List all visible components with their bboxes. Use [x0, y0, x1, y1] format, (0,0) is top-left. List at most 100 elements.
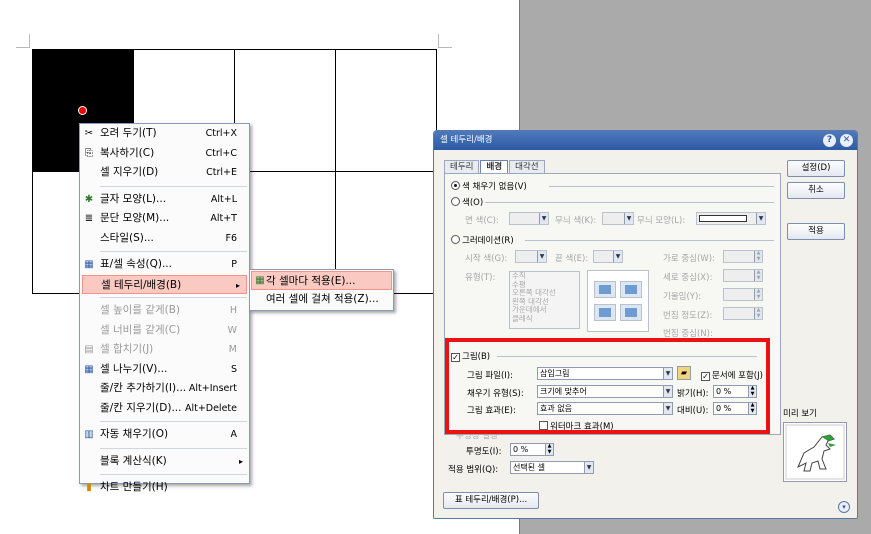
dialog-titlebar: 셀 테두리/배경 ? ✕ — [434, 131, 857, 150]
table-cell[interactable] — [335, 49, 437, 172]
char-shape-icon: ✱ — [84, 193, 94, 205]
type-label: 유형(T): — [465, 273, 496, 283]
menu-separator — [100, 185, 247, 187]
menu-item-apply-across-cells[interactable]: 여러 셀에 걸쳐 적용(Z)... — [250, 290, 393, 309]
menu-item-table-props[interactable]: ▦ 표/셀 속성(Q)... P — [80, 255, 249, 275]
spin-arrows-icon[interactable]: ▲ ▼ — [545, 443, 553, 455]
close-icon[interactable]: ✕ — [840, 134, 853, 147]
no-fill-radio[interactable]: 색 채우기 없음(V) — [451, 180, 527, 192]
spin-arrows-icon: ▲ ▼ — [754, 288, 762, 300]
autofill-icon: ▥ — [84, 429, 94, 440]
pattern-swatch — [699, 215, 747, 222]
divider — [485, 202, 774, 203]
ok-button[interactable]: 설정(D) — [787, 160, 845, 177]
radio-button[interactable] — [451, 181, 460, 190]
v-center-label: 세로 중심(X): — [663, 273, 713, 283]
cell-border-bg-dialog: 셀 테두리/배경 ? ✕ 테두리 배경 대각선 색 채우기 없음(V) 색(O)… — [433, 130, 858, 519]
menu-item-equal-height: 셀 높이를 같게(B) H — [100, 304, 237, 316]
menu-item-cut[interactable]: ✂ 오려 두기(T) Ctrl+X — [80, 124, 249, 144]
preview-box — [783, 422, 847, 482]
menu-separator — [100, 251, 247, 252]
dialog-title: 셀 테두리/배경 — [440, 135, 493, 145]
start-color-combo: ▼ — [515, 250, 547, 263]
menu-item-autofill[interactable]: ▥ 자동 채우기(O) A — [80, 425, 249, 445]
menu-separator — [100, 474, 247, 475]
divider — [549, 186, 774, 187]
menu-item-copy[interactable]: ⎘ 복사하기(C) Ctrl+C — [80, 144, 249, 164]
tilt-spin: ▲ ▼ — [723, 288, 763, 301]
pattern-color-label: 무늬 색(K): — [555, 216, 597, 226]
v-center-spin: ▲ ▼ — [723, 269, 763, 282]
gradation-swatch — [594, 281, 616, 298]
spin-arrows-icon: ▲ ▼ — [754, 307, 762, 319]
apply-range-combo[interactable]: 선택된 셀 ▼ — [510, 461, 594, 474]
color-radio[interactable]: 색(O) — [451, 196, 483, 208]
blur-spin: ▲ ▼ — [723, 307, 763, 320]
highlight-annotation-box — [445, 338, 770, 434]
table-props-icon: ▦ — [84, 259, 94, 270]
menu-separator — [100, 421, 247, 422]
table-border-bg-button[interactable]: 표 테두리/배경(P)... — [443, 492, 539, 509]
face-color-label: 면 색(C): — [465, 216, 499, 226]
tab-diagonal[interactable]: 대각선 — [509, 160, 545, 174]
menu-item-merge-cells: ▤ 셀 합치기(J) M — [84, 343, 237, 355]
menu-item-cell-border-bg[interactable]: 셀 테두리/배경(B) ▸ — [82, 274, 247, 294]
menu-item-add-row-col[interactable]: 줄/칸 추가하기(I)... Alt+Insert — [80, 379, 249, 399]
menu-item-block-formula[interactable]: 블록 계산식(K) ▸ — [80, 452, 249, 472]
tilt-label: 기울임(Y): — [663, 292, 702, 302]
radio-button[interactable] — [451, 197, 460, 206]
dropdown-arrow-icon: ▼ — [624, 213, 633, 224]
pattern-shape-label: 무늬 모양(L): — [637, 216, 686, 226]
help-icon[interactable]: ? — [823, 134, 836, 147]
gradation-swatch — [620, 281, 642, 298]
transparency-label: 투명도(I): — [466, 447, 502, 457]
apply-button[interactable]: 적용 — [787, 223, 845, 240]
context-menu: ✂ 오려 두기(T) Ctrl+X ⎘ 복사하기(C) Ctrl+C 셀 지우기(D) C… — [79, 123, 250, 493]
chart-icon: ▮ — [86, 482, 92, 493]
blur-label: 번짐 정도(Z): — [663, 311, 713, 321]
menu-item-char-shape[interactable]: ✱ 글자 모양(L)... Alt+L — [80, 190, 249, 210]
gradation-preview-grid — [587, 270, 649, 332]
dialog-tabs: 테두리 배경 대각선 — [444, 160, 546, 175]
list-item: 클레식 — [512, 313, 533, 323]
spin-arrows-icon: ▲ ▼ — [754, 250, 762, 262]
crop-mark — [438, 34, 452, 48]
menu-separator — [100, 297, 247, 298]
preview-label: 미리 보기 — [783, 409, 817, 419]
pattern-shape-combo: ▼ — [696, 212, 766, 225]
menu-separator — [100, 447, 247, 449]
gradation-radio[interactable]: 그러데이션(R) — [451, 234, 514, 246]
submenu-arrow-icon: ▸ — [238, 456, 243, 466]
cancel-button[interactable]: 취소 — [787, 182, 845, 199]
menu-item-make-chart[interactable]: ▮ 차트 만들기(H) — [80, 478, 249, 498]
end-color-combo: ▼ — [593, 250, 623, 263]
menu-item-style[interactable]: 스타일(S)... F6 — [80, 229, 249, 249]
gradation-swatch — [620, 304, 642, 321]
transparency-spin[interactable]: 0 % ▲ ▼ — [510, 443, 554, 456]
menu-item-delete-row-col[interactable]: 줄/칸 지우기(D)... Alt+Delete — [80, 399, 249, 419]
menu-item-clear-cell[interactable]: 셀 지우기(D) Ctrl+E — [80, 163, 249, 183]
menu-item-paragraph-shape[interactable]: ≣ 문단 모양(M)... Alt+T — [80, 209, 249, 229]
copy-icon: ⎘ — [85, 147, 93, 159]
paragraph-icon: ≣ — [84, 213, 94, 224]
expand-chevron-icon[interactable]: ▾ — [838, 501, 850, 513]
gradation-swatch — [594, 304, 616, 321]
h-center-label: 가로 중심(W): — [663, 254, 715, 264]
face-color-combo: ▼ — [509, 212, 549, 225]
radio-button[interactable] — [451, 235, 460, 244]
scissors-icon: ✂ — [84, 128, 94, 139]
merge-cells-icon: ▤ — [84, 344, 94, 355]
menu-item-split-cells[interactable]: ▦ 셀 나누기(V)... S — [80, 360, 249, 380]
h-center-spin: ▲ ▼ — [723, 250, 763, 263]
dropdown-arrow-icon: ▼ — [756, 213, 765, 224]
dropdown-arrow-icon: ▼ — [613, 251, 622, 262]
menu-item-apply-each-cell[interactable]: ▦ 각 셀마다 적용(E)... — [251, 271, 392, 290]
end-color-label: 끝 색(E): — [555, 254, 589, 264]
tab-border[interactable]: 테두리 — [444, 160, 480, 174]
submenu-cell-border-bg: ▦ 각 셀마다 적용(E)... 여러 셀에 걸쳐 적용(Z)... — [249, 269, 394, 311]
dropdown-arrow-icon: ▼ — [584, 462, 593, 473]
menu-item-equal-width: 셀 너비를 같게(C) W — [100, 323, 237, 336]
spin-arrows-icon: ▲ ▼ — [754, 269, 762, 281]
dropdown-arrow-icon: ▼ — [539, 213, 548, 224]
divider — [525, 240, 774, 241]
